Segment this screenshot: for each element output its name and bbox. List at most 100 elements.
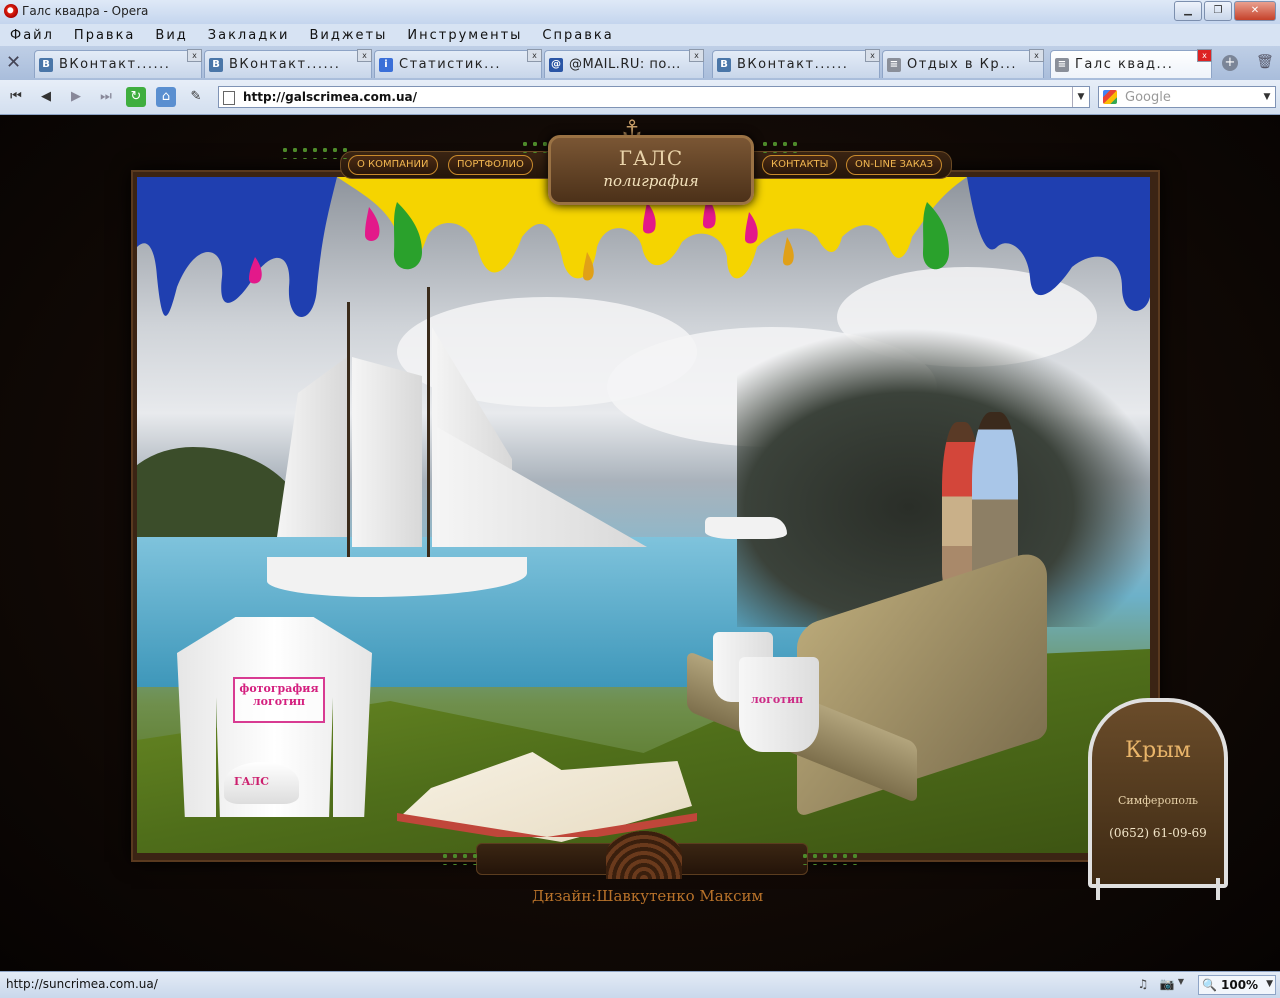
menu-view[interactable]: Вид [145,28,197,43]
mug-logo: логотип [739,657,819,752]
tab-label: ВКонтакт...... [229,57,341,72]
nav-online-order[interactable]: ON-LINE ЗАКАЗ [846,155,943,175]
tab-bar: ✕ B ВКонтакт...... x B ВКонтакт...... x … [0,46,1280,81]
tab-label: @MAIL.RU: по... [569,57,681,72]
shirt-print-line1: фотография [239,682,319,695]
camera-icon[interactable]: 📷 [1158,977,1176,993]
camera-dropdown-icon[interactable]: ▼ [1176,977,1186,993]
close-window-button[interactable]: ✕ [1234,1,1276,21]
vine-decoration [280,145,350,159]
tab-statistics[interactable]: i Статистик... x [374,49,542,78]
vk-icon: B [209,58,223,72]
tab-close-icon[interactable]: x [187,49,202,62]
menu-bar: Файл Правка Вид Закладки Виджеты Инструм… [0,24,1280,46]
sign-leg [1216,878,1220,900]
ship-mast [347,302,350,562]
opera-logo-icon [4,4,18,18]
address-dropdown-icon[interactable]: ▼ [1072,87,1089,107]
motor-boat [705,517,787,539]
vine-decoration [760,139,800,153]
pink-drip [365,207,380,241]
shirt-print-line2: логотип [252,695,306,708]
design-credit: Дизайн:Шавкутенко Максим [532,887,764,905]
blue-paint-left [137,177,337,317]
window-title: Галс квадра - Opera [22,4,149,18]
site-logo[interactable]: ГАЛС полиграфия [548,135,754,205]
shirt-print: фотография логотип [233,677,325,723]
orange-drip [783,237,794,266]
forward-icon[interactable]: ▶ [66,87,86,107]
opera-window: Галс квадра - Opera ▁ ❐ ✕ Файл Правка Ви… [0,0,1280,998]
navigation-bar: ⏮ ◀ ▶ ⏭ ↻ ⌂ ✎ http://galscrimea.com.ua/ … [0,80,1280,115]
window-controls: ▁ ❐ ✕ [1174,1,1276,21]
tab-vkontakte-3[interactable]: B ВКонтакт...... x [712,49,880,78]
menu-file[interactable]: Файл [0,28,64,43]
tab-close-icon[interactable]: x [357,49,372,62]
menu-tools[interactable]: Инструменты [397,28,532,43]
maximize-button[interactable]: ❐ [1204,1,1232,21]
fast-forward-icon[interactable]: ⏭ [96,87,116,107]
nav-contacts[interactable]: КОНТАКТЫ [762,155,838,175]
pink-drip [745,212,758,244]
search-field[interactable]: Google ▼ [1098,86,1276,108]
document-icon: ≡ [887,58,901,72]
page-icon [223,91,235,105]
menu-edit[interactable]: Правка [64,28,145,43]
page-viewport: логотип фотография логотип ГАЛС О КОМПАН… [0,115,1280,971]
ship-jib [437,427,647,547]
tab-vkontakte-1[interactable]: B ВКонтакт...... x [34,49,202,78]
sign-city: Симферополь [1117,794,1199,807]
new-tab-icon[interactable]: + [1222,55,1238,71]
back-icon[interactable]: ◀ [36,87,56,107]
green-drip [393,202,422,270]
logo-subtitle: полиграфия [603,172,699,190]
pink-drip [643,202,656,234]
menu-bookmarks[interactable]: Закладки [198,28,300,43]
google-icon[interactable] [1103,90,1117,104]
search-placeholder: Google [1125,90,1171,105]
mail-icon: @ [549,58,563,72]
tools-icon[interactable]: ✕ [6,54,26,72]
zoom-control[interactable]: 🔍 100% ▼ [1198,975,1276,995]
document-icon: ≡ [1055,58,1069,72]
home-icon[interactable]: ⌂ [156,87,176,107]
ship-sail [277,357,347,537]
nav-portfolio[interactable]: ПОРТФОЛИО [448,155,533,175]
address-field[interactable]: http://galscrimea.com.ua/ ▼ [218,86,1090,108]
tab-close-icon[interactable]: x [1197,49,1212,62]
tab-gals-active[interactable]: ≡ Галс квад... x [1050,49,1212,78]
reload-icon[interactable]: ↻ [126,87,146,107]
sign-phone: (0652) 61-09-69 [1109,826,1207,840]
tab-close-icon[interactable]: x [527,49,542,62]
vine-decoration [440,851,480,865]
tab-label: Галс квад... [1075,57,1174,72]
nav-about[interactable]: О КОМПАНИИ [348,155,438,175]
status-bar: http://suncrimea.com.ua/ ♫ 📷 ▼ 🔍 100% ▼ [0,971,1280,998]
tab-label: ВКонтакт...... [59,57,171,72]
minimize-button[interactable]: ▁ [1174,1,1202,21]
ship-sail [352,357,422,547]
tab-close-icon[interactable]: x [865,49,880,62]
tab-close-icon[interactable]: x [1029,49,1044,62]
cap: ГАЛС [224,762,299,804]
footer-ornament [606,831,682,879]
trash-icon[interactable]: 🗑 [1256,54,1274,72]
search-dropdown-icon[interactable]: ▼ [1259,87,1275,107]
rewind-icon[interactable]: ⏮ [6,87,26,107]
logo-title: ГАЛС [618,146,684,170]
mug-label: логотип [751,693,804,706]
tab-label: ВКонтакт...... [737,57,849,72]
edit-icon[interactable]: ✎ [186,87,206,107]
tab-mail[interactable]: @ @MAIL.RU: по... x [544,49,704,78]
zoom-dropdown-icon[interactable]: ▼ [1266,979,1273,989]
tab-vkontakte-2[interactable]: B ВКонтакт...... x [204,49,372,78]
tab-close-icon[interactable]: x [689,49,704,62]
menu-help[interactable]: Справка [532,28,623,43]
vk-icon: B [39,58,53,72]
menu-widgets[interactable]: Виджеты [299,28,397,43]
hero-image: логотип фотография логотип ГАЛС [137,177,1150,853]
speaker-icon[interactable]: ♫ [1134,977,1152,993]
tab-otdyh[interactable]: ≡ Отдых в Кр... x [882,49,1044,78]
sign-frame [1088,698,1228,888]
sign-title: Крым [1125,738,1191,763]
